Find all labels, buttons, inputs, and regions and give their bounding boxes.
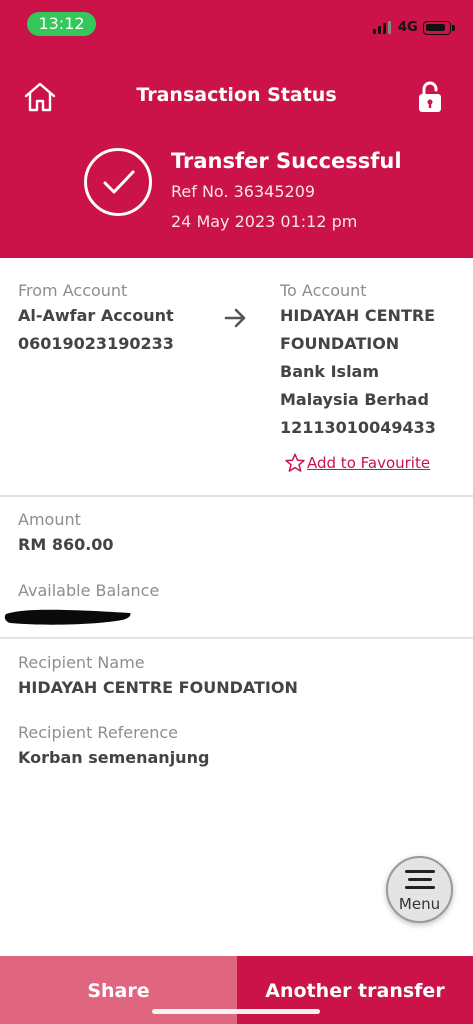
menu-button[interactable]: Menu — [386, 856, 453, 923]
amount-value: RM 860.00 — [18, 535, 114, 554]
transfer-status-title: Transfer Successful — [171, 149, 402, 173]
redacted-balance — [4, 609, 131, 625]
menu-icon — [405, 870, 435, 892]
battery-icon — [423, 21, 455, 35]
page-title: Transaction Status — [136, 84, 337, 106]
amount-label: Amount — [18, 510, 81, 529]
from-account-number: 06019023190233 — [18, 334, 174, 353]
add-to-favourite-link[interactable]: Add to Favourite — [284, 451, 430, 475]
to-account-name-line2: FOUNDATION — [280, 334, 400, 353]
network-label: 4G — [398, 20, 418, 35]
header-banner: 13:12 4G Transaction Status Transfer Suc… — [0, 0, 473, 258]
to-account-number: 12113010049433 — [280, 418, 436, 437]
to-account-bank-line2: Malaysia Berhad — [280, 390, 429, 409]
to-account-bank-line1: Bank Islam — [280, 362, 380, 381]
divider — [0, 495, 473, 497]
check-circle-icon — [84, 148, 152, 216]
transaction-datetime: 24 May 2023 01:12 pm — [171, 212, 358, 231]
from-account-label: From Account — [18, 281, 128, 300]
status-time: 13:12 — [27, 12, 96, 36]
available-balance-label: Available Balance — [18, 581, 160, 600]
reference-number: Ref No. 36345209 — [171, 182, 316, 201]
divider — [0, 637, 473, 639]
home-indicator — [152, 1009, 320, 1014]
to-account-label: To Account — [280, 281, 367, 300]
recipient-name-label: Recipient Name — [18, 653, 145, 672]
add-to-favourite-label: Add to Favourite — [307, 454, 431, 472]
recipient-reference-value: Korban semenanjung — [18, 748, 210, 767]
status-bar: 13:12 4G — [0, 0, 473, 48]
unlock-icon[interactable] — [416, 80, 444, 114]
signal-icon — [373, 21, 393, 34]
menu-label: Menu — [398, 895, 441, 913]
recipient-name-value: HIDAYAH CENTRE FOUNDATION — [18, 678, 298, 697]
star-icon — [285, 453, 305, 472]
to-account-name-line1: HIDAYAH CENTRE — [280, 306, 436, 325]
recipient-reference-label: Recipient Reference — [18, 723, 178, 742]
from-account-name: Al-Awfar Account — [18, 306, 174, 325]
arrow-right-icon — [224, 308, 246, 328]
